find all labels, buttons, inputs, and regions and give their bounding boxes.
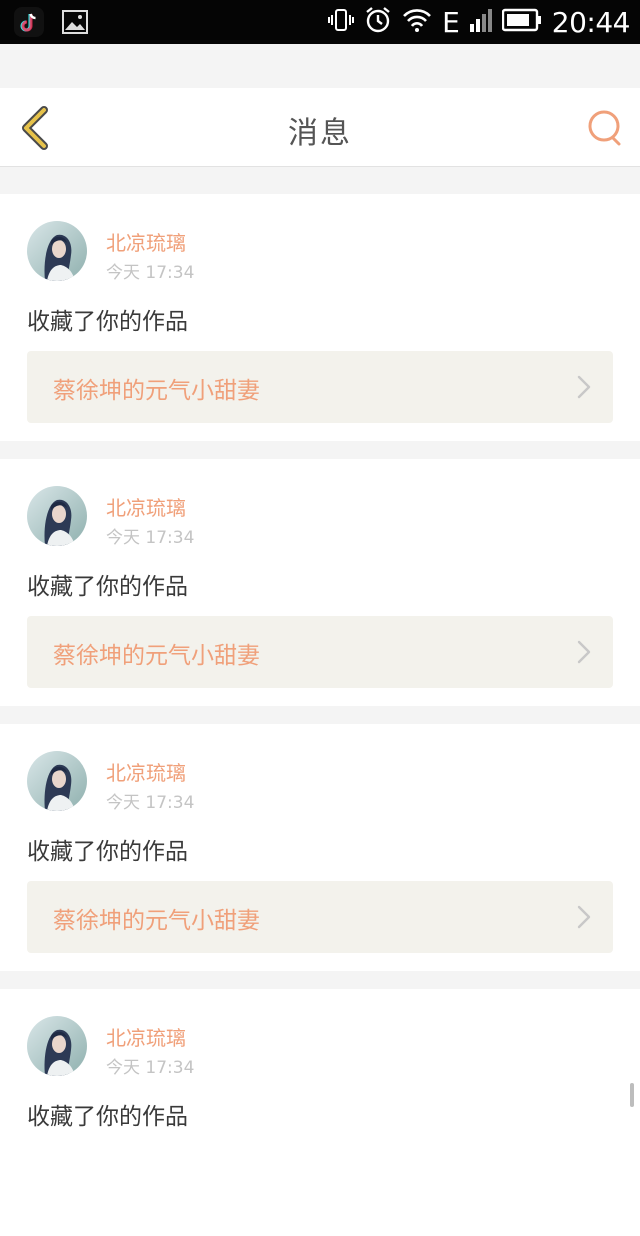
tiktok-icon [14,7,44,41]
avatar[interactable] [27,1016,87,1076]
clock: 20:44 [551,5,631,39]
avatar[interactable] [27,751,87,811]
username[interactable]: 北凉琉璃 [106,757,186,786]
work-link[interactable]: 蔡徐坤的元气小甜妻 [27,616,613,688]
message-card[interactable]: 北凉琉璃 今天 17:34 收藏了你的作品 蔡徐坤的元气小甜妻 [0,459,640,706]
timestamp: 今天 17:34 [106,1058,195,1078]
status-right: E 20:44 [328,0,631,44]
status-left [14,7,88,41]
work-title: 蔡徐坤的元气小甜妻 [53,643,260,669]
avatar[interactable] [27,486,87,546]
search-icon [588,110,621,146]
action-text: 收藏了你的作品 [27,839,188,865]
message-card[interactable]: 北凉琉璃 今天 17:34 收藏了你的作品 蔡徐坤的元气小甜妻 [0,724,640,971]
username[interactable]: 北凉琉璃 [106,227,186,256]
network-type: E [442,5,460,39]
chevron-right-icon [577,375,591,399]
gallery-icon [62,10,88,38]
chevron-right-icon [577,640,591,664]
work-title: 蔡徐坤的元气小甜妻 [53,378,260,404]
work-link[interactable]: 蔡徐坤的元气小甜妻 [27,351,613,423]
page-title: 消息 [288,116,352,151]
avatar-photo [27,1016,87,1076]
avatar-photo [27,751,87,811]
avatar-photo [27,486,87,546]
message-card[interactable]: 北凉琉璃 今天 17:34 收藏了你的作品 [0,989,640,1236]
timestamp: 今天 17:34 [106,528,195,548]
timestamp: 今天 17:34 [106,793,195,813]
vibrate-icon [328,7,355,37]
status-bar: E 20:44 [0,0,640,44]
action-text: 收藏了你的作品 [27,574,188,600]
username[interactable]: 北凉琉璃 [106,1022,186,1051]
action-text: 收藏了你的作品 [27,309,188,335]
battery-icon [501,8,542,36]
wifi-icon [402,7,432,37]
search-button[interactable] [586,108,626,148]
work-title: 蔡徐坤的元气小甜妻 [53,908,260,934]
avatar[interactable] [27,221,87,281]
chevron-right-icon [577,905,591,929]
signal-icon [469,8,492,36]
action-text: 收藏了你的作品 [27,1104,188,1130]
scrollbar[interactable] [630,1083,634,1107]
username[interactable]: 北凉琉璃 [106,492,186,521]
timestamp: 今天 17:34 [106,263,195,283]
app-header: 消息 [0,88,640,167]
alarm-icon [364,6,392,38]
message-card[interactable]: 北凉琉璃 今天 17:34 收藏了你的作品 蔡徐坤的元气小甜妻 [0,194,640,441]
avatar-photo [27,221,87,281]
work-link[interactable]: 蔡徐坤的元气小甜妻 [27,881,613,953]
